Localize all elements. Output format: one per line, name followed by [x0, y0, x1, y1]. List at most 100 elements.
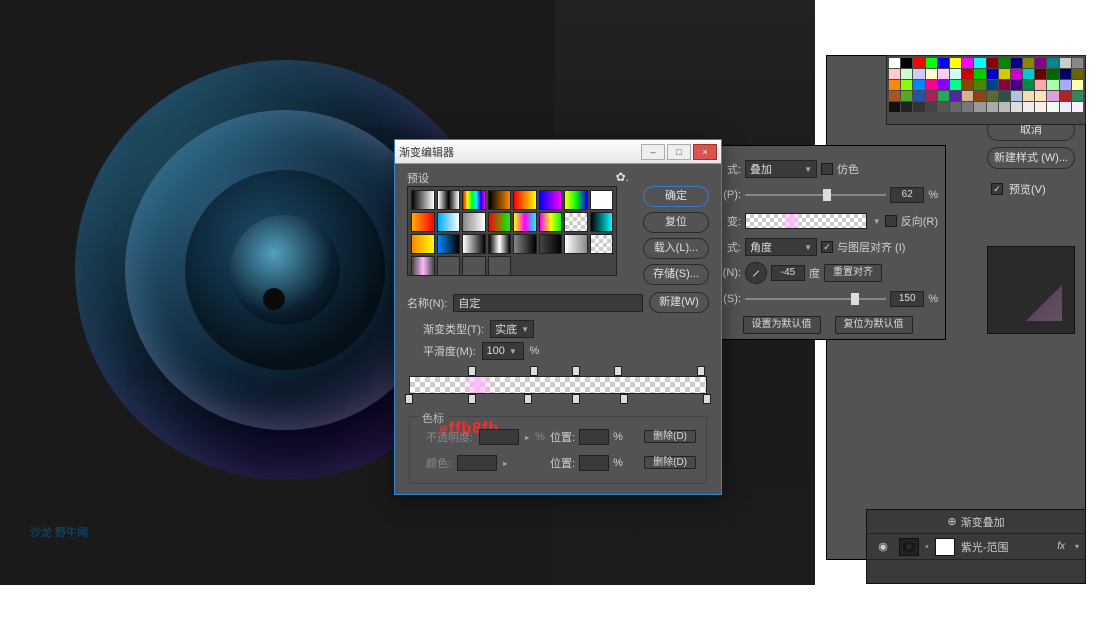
gradient-preset[interactable] — [513, 212, 537, 232]
swatch[interactable] — [1035, 69, 1046, 79]
color-stop[interactable] — [405, 394, 413, 404]
swatch[interactable] — [889, 80, 900, 90]
swatch[interactable] — [1072, 102, 1083, 112]
swatch[interactable] — [1023, 102, 1034, 112]
swatch[interactable] — [987, 69, 998, 79]
gradient-preset[interactable] — [437, 234, 461, 254]
swatch[interactable] — [950, 69, 961, 79]
swatch[interactable] — [938, 80, 949, 90]
visibility-eye-icon[interactable]: ◉ — [873, 540, 893, 553]
swatch[interactable] — [974, 80, 985, 90]
swatch[interactable] — [938, 91, 949, 101]
color-stop[interactable] — [572, 394, 580, 404]
stop-position-input-2[interactable] — [579, 455, 609, 471]
reset-default-button[interactable]: 复位为默认值 — [835, 316, 913, 334]
swatch[interactable] — [974, 58, 985, 68]
swatch[interactable] — [926, 69, 937, 79]
gradient-preset[interactable] — [488, 212, 512, 232]
angle-knob[interactable] — [745, 262, 767, 284]
gradient-style-select[interactable]: 角度▼ — [745, 238, 817, 256]
swatch[interactable] — [889, 58, 900, 68]
swatch[interactable] — [1047, 58, 1058, 68]
swatch[interactable] — [938, 102, 949, 112]
swatch[interactable] — [901, 69, 912, 79]
swatch[interactable] — [1011, 80, 1022, 90]
swatch[interactable] — [987, 58, 998, 68]
color-stop[interactable] — [620, 394, 628, 404]
swatch[interactable] — [926, 91, 937, 101]
swatch[interactable] — [987, 80, 998, 90]
reset-button[interactable]: 复位 — [643, 212, 709, 233]
dialog-titlebar[interactable]: 渐变编辑器 – □ × — [395, 140, 721, 164]
gradient-preset[interactable] — [437, 212, 461, 232]
align-checkbox[interactable]: ✓ — [821, 241, 833, 253]
swatch[interactable] — [1047, 102, 1058, 112]
swatch[interactable] — [999, 58, 1010, 68]
opacity-stop[interactable] — [572, 366, 580, 376]
swatch[interactable] — [962, 58, 973, 68]
swatch[interactable] — [987, 102, 998, 112]
swatch[interactable] — [962, 91, 973, 101]
layer-row[interactable]: ◉ • 紫光-范围 fx ▾ — [867, 534, 1085, 560]
stop-position-input[interactable] — [579, 429, 609, 445]
set-default-button[interactable]: 设置为默认值 — [743, 316, 821, 334]
color-stop[interactable] — [468, 394, 476, 404]
load-button[interactable]: 载入(L)... — [643, 238, 709, 259]
swatch[interactable] — [913, 102, 924, 112]
swatch[interactable] — [950, 102, 961, 112]
swatch[interactable] — [926, 102, 937, 112]
color-stop[interactable] — [703, 394, 711, 404]
swatch[interactable] — [901, 102, 912, 112]
swatch[interactable] — [1060, 91, 1071, 101]
angle-value[interactable]: -45 — [771, 265, 805, 281]
gradient-preset[interactable] — [564, 234, 588, 254]
swatch[interactable] — [950, 91, 961, 101]
opacity-value[interactable]: 62 — [890, 187, 924, 203]
swatch[interactable] — [1060, 102, 1071, 112]
stop-color-swatch[interactable] — [457, 455, 497, 471]
swatch[interactable] — [974, 69, 985, 79]
gradient-preset[interactable] — [411, 212, 435, 232]
swatch[interactable] — [999, 91, 1010, 101]
swatch[interactable] — [1011, 91, 1022, 101]
swatch[interactable] — [913, 91, 924, 101]
swatch[interactable] — [1060, 58, 1071, 68]
gradient-preset[interactable] — [462, 256, 486, 276]
gradient-preset[interactable] — [590, 190, 614, 210]
new-style-button[interactable]: 新建样式 (W)... — [987, 147, 1075, 169]
swatch[interactable] — [962, 80, 973, 90]
gradient-name-input[interactable]: 自定 — [453, 294, 643, 312]
delete-stop-button[interactable]: 删除(D) — [644, 430, 696, 443]
gradient-preset[interactable] — [513, 190, 537, 210]
chevron-down-icon[interactable]: ▾ — [1075, 542, 1079, 551]
swatch[interactable] — [1023, 80, 1034, 90]
opacity-stop[interactable] — [530, 366, 538, 376]
blend-mode-select[interactable]: 叠加▼ — [745, 160, 817, 178]
opacity-slider[interactable] — [745, 188, 886, 202]
swatch[interactable] — [889, 102, 900, 112]
swatch[interactable] — [889, 69, 900, 79]
gradient-preset[interactable] — [488, 256, 512, 276]
gradient-preset[interactable] — [411, 256, 435, 276]
swatch[interactable] — [1072, 80, 1083, 90]
new-button[interactable]: 新建(W) — [649, 292, 709, 313]
swatch[interactable] — [913, 69, 924, 79]
swatches-panel[interactable] — [886, 55, 1086, 125]
swatch[interactable] — [1023, 69, 1034, 79]
gradient-type-select[interactable]: 实底▼ — [490, 320, 534, 338]
gradient-preset[interactable] — [462, 212, 486, 232]
swatch[interactable] — [1011, 69, 1022, 79]
swatch[interactable] — [1047, 91, 1058, 101]
gear-icon[interactable]: ✿. — [616, 170, 629, 184]
swatch[interactable] — [1072, 91, 1083, 101]
gradient-preset[interactable] — [437, 190, 461, 210]
gradient-preset[interactable] — [539, 212, 563, 232]
swatch[interactable] — [950, 58, 961, 68]
minimize-button[interactable]: – — [641, 144, 665, 160]
gradient-preset[interactable] — [539, 234, 563, 254]
gradient-preset[interactable] — [539, 190, 563, 210]
swatch[interactable] — [950, 80, 961, 90]
presets-grid[interactable] — [407, 186, 617, 276]
swatch[interactable] — [1023, 91, 1034, 101]
swatch[interactable] — [1035, 58, 1046, 68]
